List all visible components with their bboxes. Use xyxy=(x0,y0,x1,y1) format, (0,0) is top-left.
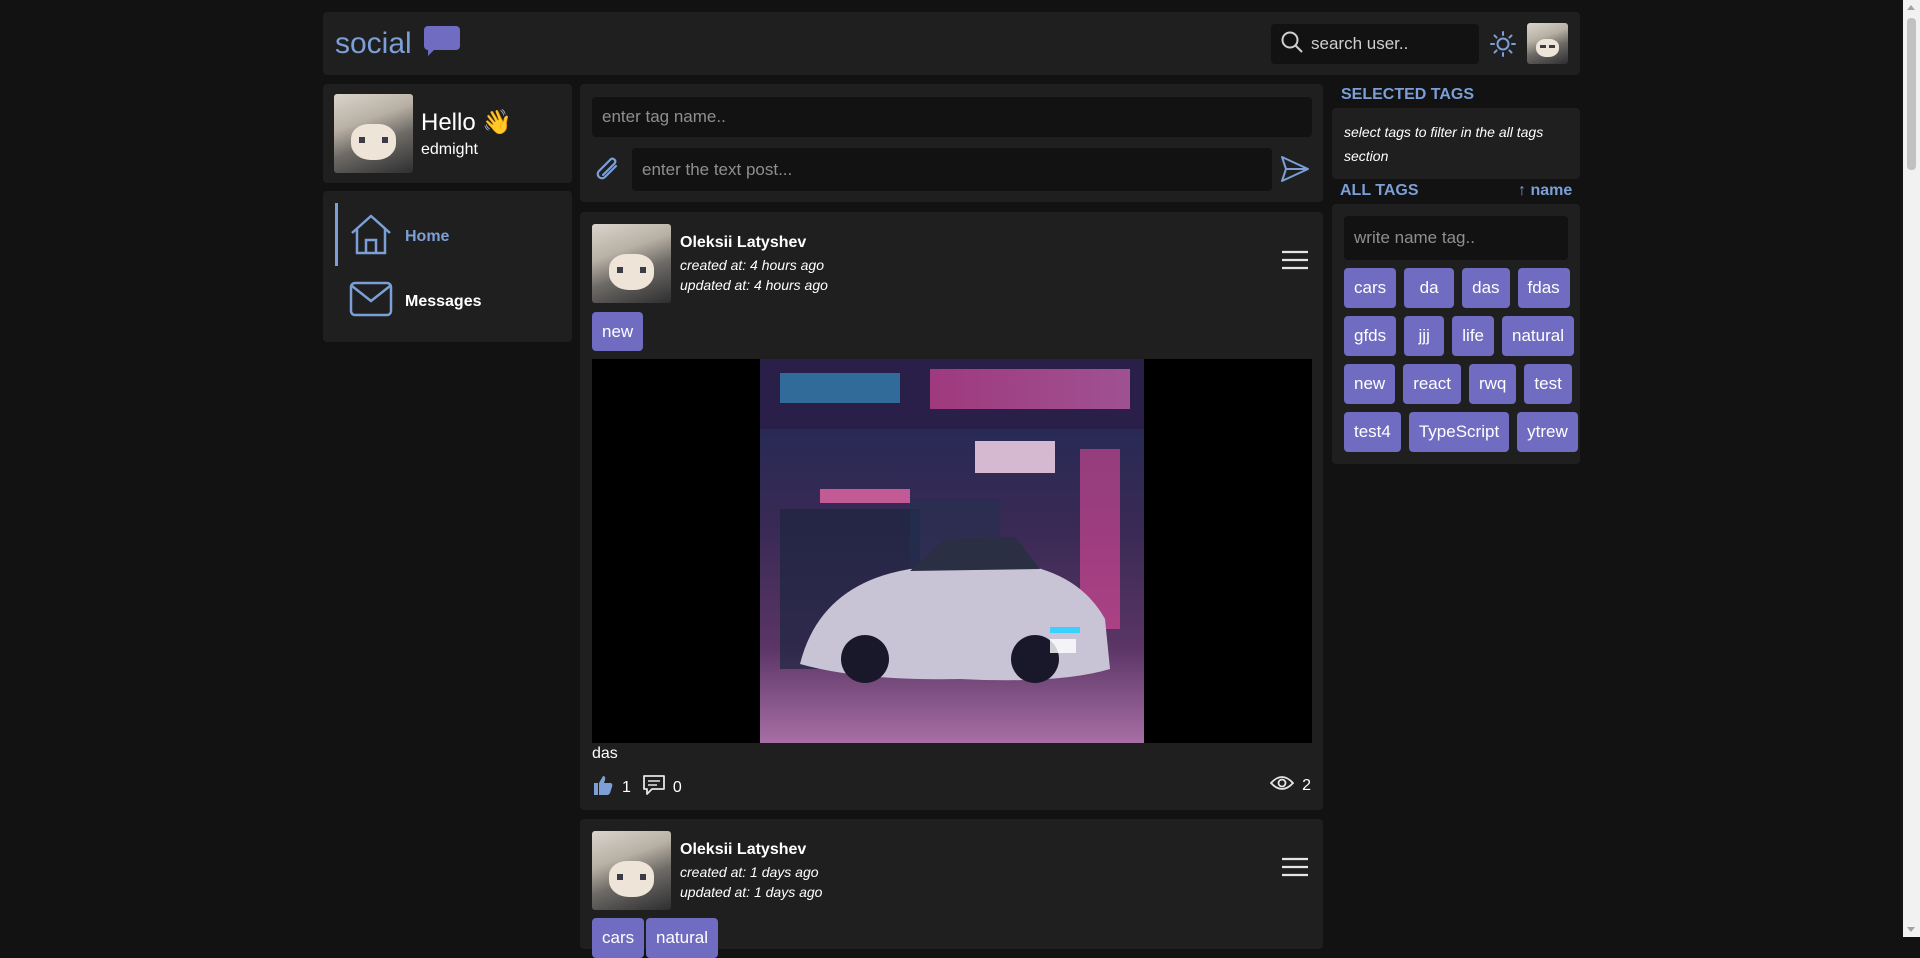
tag-search-input[interactable]: write name tag.. xyxy=(1344,216,1568,260)
page-scrollbar[interactable] xyxy=(1903,0,1920,937)
tag-chip[interactable]: fdas xyxy=(1517,268,1570,308)
post-author-name[interactable]: Oleksii Latyshev xyxy=(680,841,806,859)
profile-username: edmight xyxy=(421,141,478,158)
tag-chip[interactable]: natural xyxy=(1502,316,1574,356)
menu-icon[interactable] xyxy=(1282,857,1308,877)
tag-name-input[interactable]: enter tag name.. xyxy=(592,97,1312,137)
tag-row: test4 TypeScript ytrew xyxy=(1344,412,1578,452)
post-tag[interactable]: cars xyxy=(592,918,645,958)
post-views: 2 xyxy=(1269,774,1311,797)
post-updated-at: updated at: 4 hours ago xyxy=(680,277,828,293)
user-search-input[interactable]: search user.. xyxy=(1311,34,1408,54)
post-author-avatar[interactable] xyxy=(592,831,671,910)
send-icon[interactable] xyxy=(1280,154,1310,184)
tag-chip[interactable]: TypeScript xyxy=(1408,412,1510,452)
tag-row: cars da das fdas xyxy=(1344,268,1574,308)
sun-icon[interactable] xyxy=(1490,31,1516,57)
search-icon xyxy=(1281,31,1303,58)
home-icon xyxy=(349,213,393,260)
tag-row: gfds jjj life natural xyxy=(1344,316,1574,356)
top-header: social search user.. xyxy=(323,12,1580,75)
tag-chip[interactable]: cars xyxy=(1344,268,1397,308)
tag-chip[interactable]: jjj xyxy=(1404,316,1445,356)
greeting: Hello 👋 xyxy=(421,109,513,136)
tag-chip[interactable]: test4 xyxy=(1344,412,1401,452)
tag-chip[interactable]: ytrew xyxy=(1517,412,1578,452)
scroll-up-arrow[interactable] xyxy=(1907,5,1915,10)
tag-chip[interactable]: react xyxy=(1403,364,1461,404)
all-tags-panel: write name tag.. cars da das fdas gfds j… xyxy=(1332,204,1580,464)
like-count: 1 xyxy=(622,778,631,796)
post-text-input[interactable]: enter the text post... xyxy=(632,148,1272,191)
post-created-at: created at: 1 days ago xyxy=(680,864,819,880)
eye-icon xyxy=(1269,774,1295,797)
post-image xyxy=(592,359,1312,743)
post-text: das xyxy=(592,745,618,762)
scroll-down-arrow[interactable] xyxy=(1907,927,1915,932)
tag-chip[interactable]: new xyxy=(1344,364,1396,404)
post-tag[interactable]: natural xyxy=(646,918,718,958)
menu-icon[interactable] xyxy=(1282,250,1308,270)
post-actions: 1 0 xyxy=(592,774,682,801)
tag-grid: cars da das fdas gfds jjj life natural n… xyxy=(1344,268,1578,452)
chat-bubble-icon xyxy=(423,26,460,61)
nav-item-home[interactable]: Home xyxy=(349,213,449,260)
selected-tags-hint: select tags to filter in the all tags se… xyxy=(1344,124,1544,164)
nav-item-label-messages: Messages xyxy=(405,292,482,310)
tag-chip[interactable]: das xyxy=(1462,268,1510,308)
post-author-avatar[interactable] xyxy=(592,224,671,303)
tag-chip[interactable]: gfds xyxy=(1344,316,1397,356)
tag-row: new react rwq test xyxy=(1344,364,1574,404)
post-composer: enter tag name.. enter the text post... xyxy=(580,84,1323,202)
scroll-thumb[interactable] xyxy=(1907,18,1916,170)
tag-chip[interactable]: da xyxy=(1404,268,1455,308)
side-nav: Home Messages xyxy=(323,191,572,342)
paperclip-icon[interactable] xyxy=(594,154,622,186)
comment-count: 0 xyxy=(672,778,682,796)
tag-chip[interactable]: life xyxy=(1452,316,1495,356)
post-author-name[interactable]: Oleksii Latyshev xyxy=(680,234,806,252)
post-photo xyxy=(760,359,1144,743)
post-card: Oleksii Latyshev created at: 1 days ago … xyxy=(580,819,1323,958)
post-created-at: created at: 4 hours ago xyxy=(680,257,824,273)
selected-tags-panel: select tags to filter in the all tags se… xyxy=(1332,108,1580,179)
post-card: Oleksii Latyshev created at: 4 hours ago… xyxy=(580,212,1323,810)
like-icon[interactable] xyxy=(592,774,614,801)
nav-item-label-home: Home xyxy=(405,227,450,245)
comment-icon[interactable] xyxy=(643,775,665,800)
logo[interactable]: social xyxy=(335,26,460,61)
view-count: 2 xyxy=(1302,776,1311,794)
post-tag[interactable]: new xyxy=(592,312,644,351)
profile-card: Hello 👋 edmight xyxy=(323,84,572,183)
nav-active-indicator xyxy=(335,203,338,266)
tag-chip[interactable]: test xyxy=(1524,364,1572,404)
tag-chip[interactable]: rwq xyxy=(1468,364,1517,404)
header-avatar[interactable] xyxy=(1527,23,1568,64)
profile-avatar[interactable] xyxy=(334,94,413,173)
all-tags-title: ALL TAGS xyxy=(1340,182,1419,199)
selected-tags-title: SELECTED TAGS xyxy=(1341,86,1475,103)
user-search-box[interactable]: search user.. xyxy=(1271,24,1479,64)
logo-text: social xyxy=(335,26,412,60)
tag-sort-toggle[interactable]: ↑ name xyxy=(1518,182,1572,200)
envelope-icon xyxy=(349,281,393,322)
nav-item-messages[interactable]: Messages xyxy=(349,281,482,322)
post-updated-at: updated at: 1 days ago xyxy=(680,884,823,900)
